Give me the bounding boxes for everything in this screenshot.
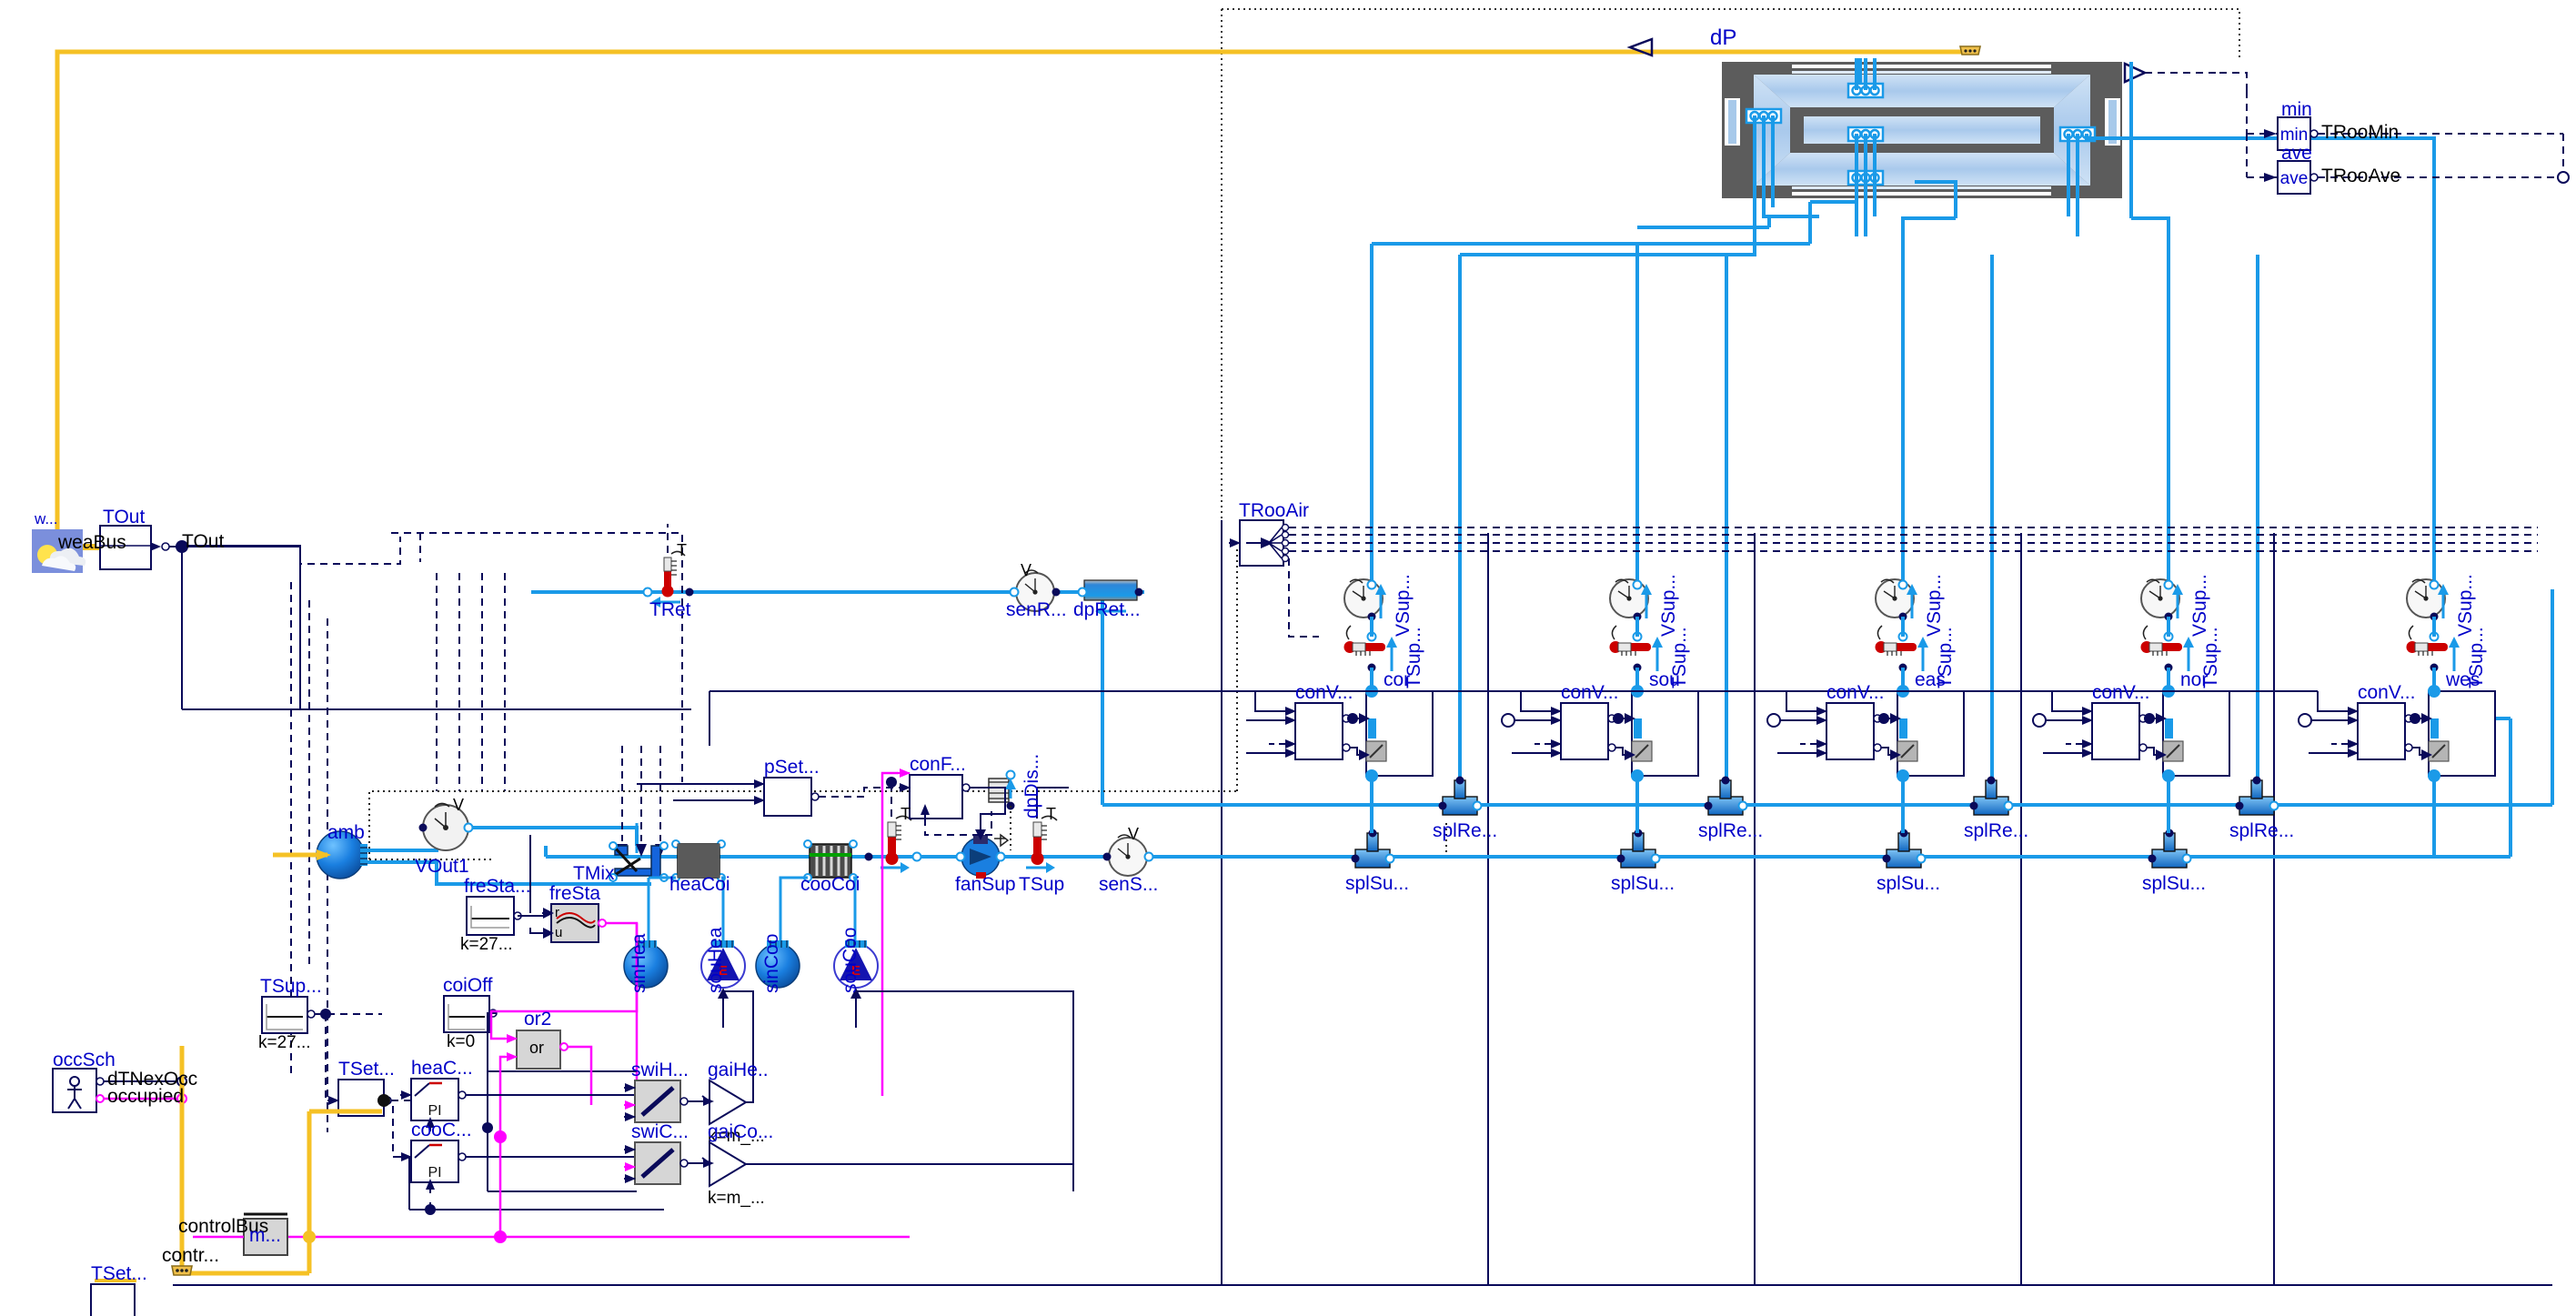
weather-source-label: w... (35, 510, 58, 527)
room-air-temp-demux (1229, 519, 1290, 567)
tset-ramp-label: TSet... (338, 1059, 395, 1080)
tset-out-label: TSet... (91, 1263, 147, 1284)
zone-sou-controller-label: conV... (1561, 682, 1619, 703)
tsup-glyph: T (1046, 805, 1056, 823)
zone-wes-temp-label: TSup... (2466, 627, 2487, 688)
trooair-label: TRooAir (1239, 500, 1310, 521)
tsup-const-k-label: k=27... (258, 1033, 311, 1052)
senret-label: senR... (1006, 599, 1067, 620)
outdoor-flow-sensor (418, 802, 474, 851)
vout1-glyph: V (453, 796, 465, 814)
heating-coil-overlay (678, 844, 719, 878)
souhea-label: souHea (705, 927, 726, 993)
zone-sou-splret-label: splRe... (1698, 820, 1764, 841)
tset-output-block (90, 1279, 136, 1316)
fresta-const-k-label: k=27... (460, 935, 513, 954)
dp-port-label: dP (1710, 25, 1737, 50)
fresta-in-u-label: u (555, 925, 563, 940)
tsup-const-label: TSup... (260, 976, 322, 997)
weabus-label: weaBus (58, 532, 126, 553)
sensup-glyph: V (1128, 825, 1140, 843)
fresta-in-r-label: r (555, 905, 559, 920)
gaicoo-label: gaiCo... (708, 1121, 774, 1142)
zone-nor-controller-label: conV... (2092, 682, 2150, 703)
tout-signal-label: TOut (182, 531, 225, 552)
zone-wes-controller-label: conV... (2358, 682, 2416, 703)
soucoo-label: souCoo (840, 927, 860, 993)
ave-block: ave (2247, 160, 2570, 195)
coocoi-label: cooCoi (800, 874, 860, 895)
zone-sou-temp-label: TSup... (1669, 627, 1690, 688)
gaihea-label: gaiHe.. (708, 1060, 769, 1080)
or-block (489, 923, 639, 1105)
tsup-label: TSup (1019, 874, 1065, 895)
fresta-const-label: freSta... (464, 876, 531, 897)
zone-cor-splret-label: splRe... (1433, 820, 1498, 841)
zone-nor-temp-label: TSup... (2200, 627, 2221, 688)
zone-eas-splsup-label: splSu... (1877, 873, 1941, 894)
zone-eas-temp-label: TSup... (1935, 627, 1956, 688)
or2-label: or2 (524, 1009, 552, 1030)
tmix-label: TMix (573, 863, 615, 884)
ambient-label: amb (327, 822, 365, 843)
cooling-switch (624, 1141, 708, 1185)
diagram-vector-layer: E E PI PI min ave (32, 8, 2570, 1316)
dpdis-label: dpDis... (1021, 753, 1042, 819)
min-block-label: min (2281, 99, 2312, 120)
pressure-setpoint-block (637, 777, 910, 817)
confansup-label: conF... (910, 754, 966, 775)
gaicoo-k-label: k=m_... (708, 1189, 765, 1208)
tout-block-label: TOut (103, 507, 146, 527)
swihea-label: swiH... (631, 1060, 689, 1080)
tret-glyph: T (677, 541, 687, 559)
zone-eas-controller-label: conV... (1826, 682, 1885, 703)
senret-glyph: V (1021, 561, 1032, 579)
zone-sou-splsup-label: splSu... (1611, 873, 1675, 894)
tmix-glyph: T (901, 805, 911, 823)
heating-switch (624, 1080, 708, 1123)
fansup-label: fanSup (955, 874, 1016, 895)
svg-text:min: min (2280, 126, 2309, 145)
trooAve-label: TRooAve (2321, 166, 2401, 186)
multiplex-label: m... (249, 1225, 281, 1246)
svg-text:ave: ave (2280, 169, 2309, 188)
trooMin-label: TRooMin (2321, 122, 2400, 143)
coioff-k-label: k=0 (447, 1032, 476, 1051)
controlbus-conn-label: contr... (162, 1245, 220, 1266)
sinhea-label: sinHea (629, 933, 649, 993)
svg-text:PI: PI (428, 1165, 441, 1180)
heating-gain (701, 990, 754, 1126)
heacoi-label: heaCoi (669, 874, 730, 895)
sincoo-label: sinCoo (761, 933, 782, 993)
tret-label: TRet (649, 599, 691, 620)
occupied-label: occupied (107, 1086, 185, 1107)
zone-cor-splsup-label: splSu... (1345, 873, 1410, 894)
zone-nor-splret-label: splRe... (2229, 820, 2295, 841)
zone-nor-splsup-label: splSu... (2142, 873, 2207, 894)
ave-block-label: ave (2281, 143, 2312, 164)
swicoo-label: swiC... (631, 1121, 689, 1142)
or-glyph-label: or (529, 1039, 545, 1057)
tsup-setpoint-const (261, 996, 382, 1034)
dpret-label: dpRet... (1073, 599, 1141, 620)
pset-label: pSet... (764, 757, 820, 778)
heac-label: heaC... (411, 1058, 473, 1079)
return-air-temp-sensor (642, 524, 694, 608)
cooling-gain (701, 1140, 1074, 1191)
coioff-label: coiOff (443, 975, 493, 996)
freeze-stat-constant (466, 896, 547, 936)
occsch-label: occSch (53, 1050, 116, 1070)
svg-text:PI: PI (428, 1103, 441, 1119)
zone-cor-controller-label: conV... (1295, 682, 1353, 703)
sensup-label: senS... (1099, 874, 1159, 895)
vout1-label: VOut1 (415, 856, 469, 877)
zone-cor-temp-label: TSup... (1404, 627, 1424, 688)
fresta-label: freSta (549, 883, 601, 904)
cooc-label: cooC... (411, 1120, 472, 1140)
floor-model (1722, 45, 2219, 198)
zone-eas-splret-label: splRe... (1964, 820, 2029, 841)
diagram-canvas: E E PI PI min ave w... weaBus TOut TOut … (0, 0, 2576, 1316)
supply-fan (955, 826, 1010, 879)
